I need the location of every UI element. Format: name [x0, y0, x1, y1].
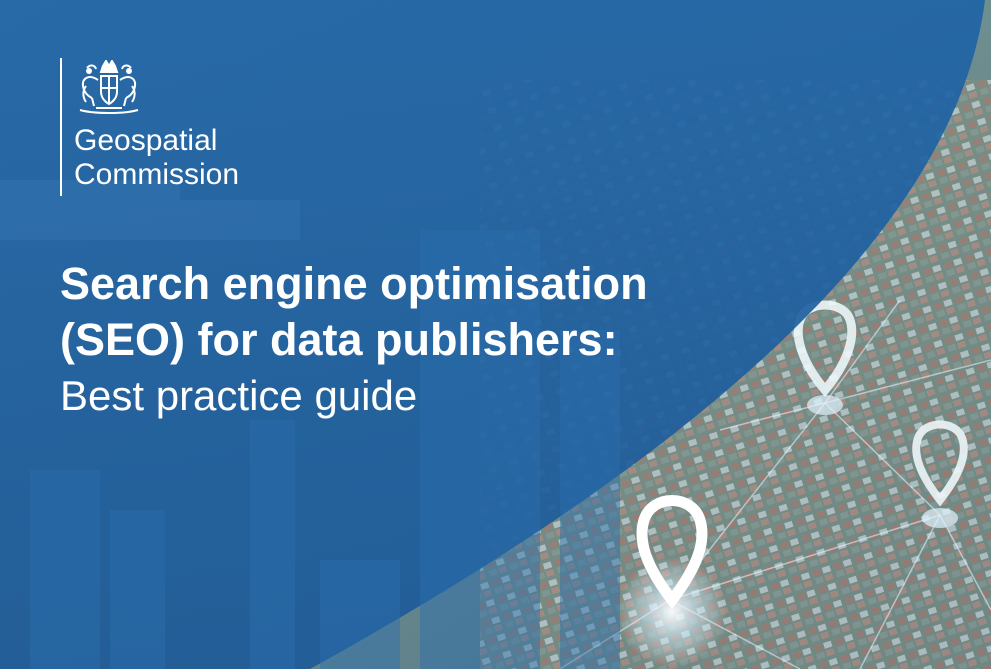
logo-divider — [60, 58, 62, 196]
organisation-name-line: Geospatial — [74, 124, 218, 157]
organisation-name-line: Commission — [74, 158, 240, 191]
royal-coat-of-arms-icon — [79, 60, 139, 114]
document-title: Search engine optimisation (SEO) for dat… — [60, 256, 740, 424]
title-line: (SEO) for data publishers: — [60, 314, 618, 365]
report-cover: Geospatial Commission Search engine opti… — [0, 0, 991, 669]
document-subtitle: Best practice guide — [60, 372, 418, 419]
title-line: Search engine optimisation — [60, 258, 648, 309]
organisation-name: Geospatial Commission — [74, 124, 239, 192]
